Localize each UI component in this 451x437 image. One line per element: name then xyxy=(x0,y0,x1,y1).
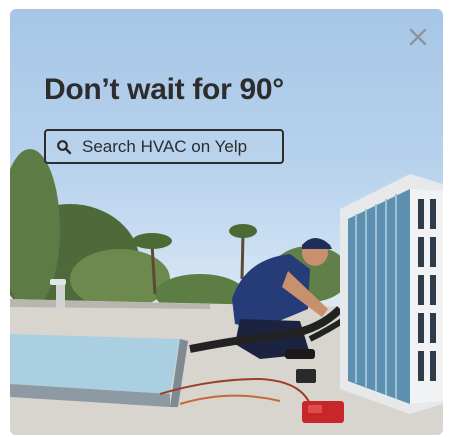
search-button-label: Search HVAC on Yelp xyxy=(82,136,248,156)
search-icon xyxy=(56,139,72,155)
close-button[interactable] xyxy=(407,26,429,48)
close-icon xyxy=(409,28,427,46)
hvac-ad-card[interactable]: Don’t wait for 90° Search HVAC on Yelp xyxy=(10,9,443,435)
ad-headline: Don’t wait for 90° xyxy=(44,73,284,106)
search-hvac-button[interactable]: Search HVAC on Yelp xyxy=(44,129,284,164)
